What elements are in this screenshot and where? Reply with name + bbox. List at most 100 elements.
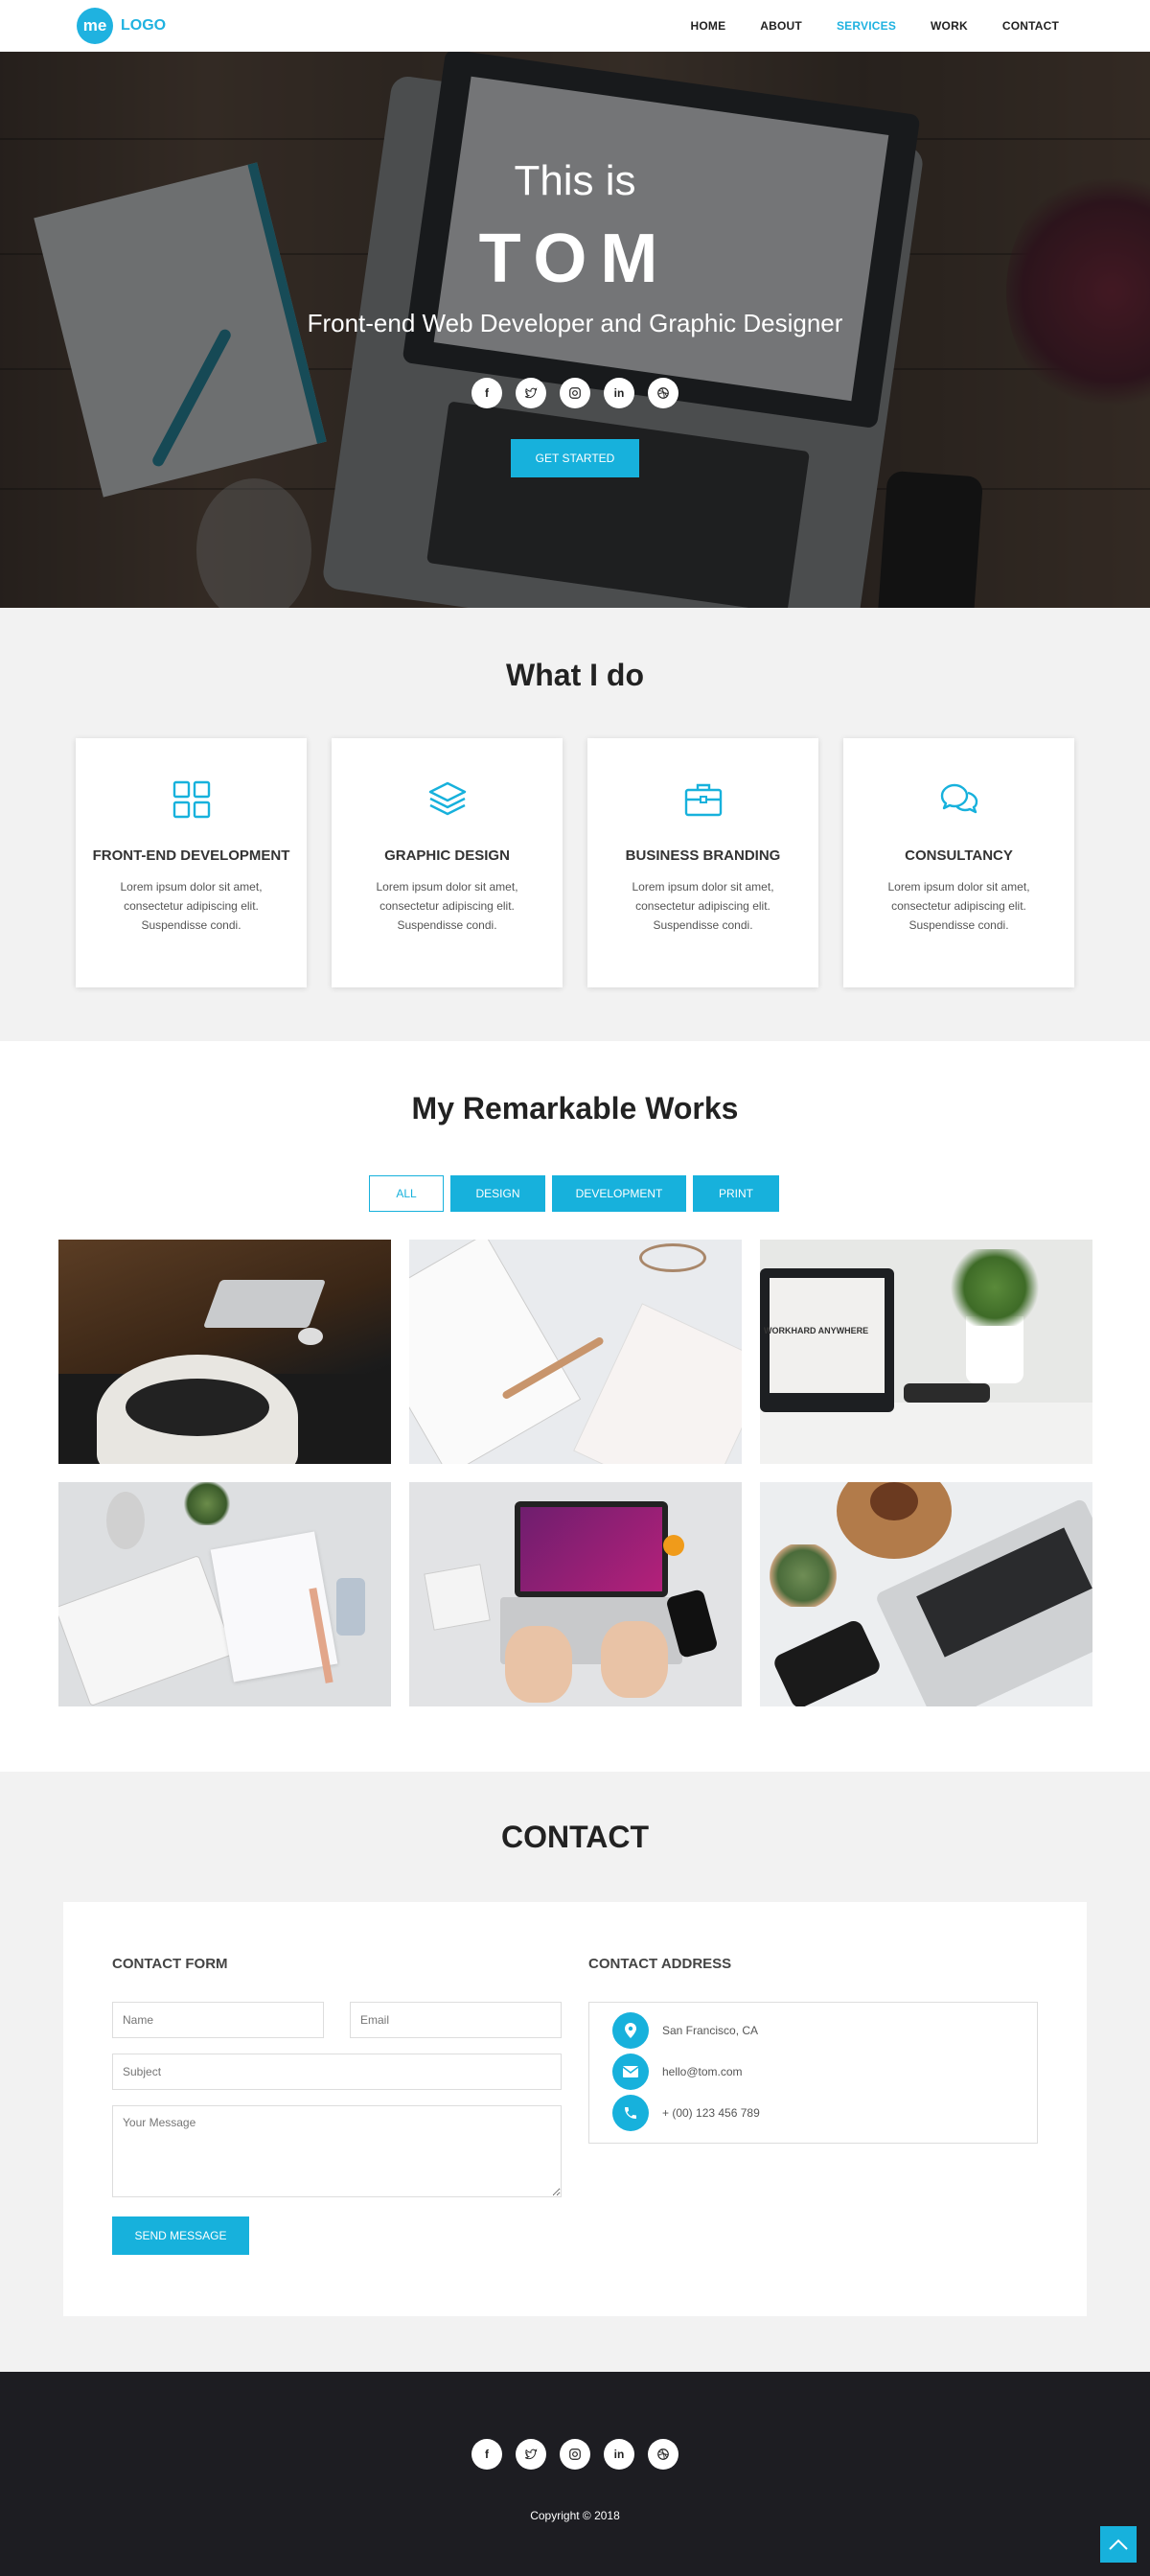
contact-form-title: CONTACT FORM bbox=[112, 1956, 228, 1972]
contact-box: CONTACT FORM SEND MESSAGE CONTACT ADDRES… bbox=[63, 1902, 1087, 2316]
service-card-text: Lorem ipsum dolor sit amet, consectetur … bbox=[120, 880, 263, 932]
scroll-to-top-button[interactable] bbox=[1100, 2526, 1137, 2563]
phone-icon bbox=[612, 2095, 649, 2131]
portfolio-item-papers-keyboard[interactable] bbox=[58, 1482, 391, 1706]
nav-work-link[interactable]: WORK bbox=[931, 19, 968, 33]
address-text: San Francisco, CA bbox=[662, 2024, 759, 2037]
hand-right-shape bbox=[601, 1621, 668, 1698]
send-message-button[interactable]: SEND MESSAGE bbox=[112, 2216, 249, 2255]
hero-social-links: f in bbox=[0, 378, 1150, 408]
succulent-shape bbox=[183, 1482, 231, 1525]
dribbble-icon[interactable] bbox=[648, 2439, 678, 2470]
portfolio-grid: WORKHARD ANYWHERE bbox=[58, 1240, 1092, 1706]
footer-social-links: f in bbox=[0, 2439, 1150, 2470]
portfolio-filters: ALL DESIGN DEVELOPMENT PRINT bbox=[369, 1175, 786, 1212]
service-card-title: CONSULTANCY bbox=[905, 847, 1013, 864]
portfolio-item-coffee-laptop[interactable] bbox=[760, 1482, 1092, 1706]
works-title: My Remarkable Works bbox=[411, 1091, 739, 1126]
nav-about-link[interactable]: ABOUT bbox=[760, 19, 802, 33]
hero-intro: This is bbox=[514, 157, 636, 204]
message-field[interactable] bbox=[112, 2105, 562, 2197]
laptop-screen-shape bbox=[515, 1501, 668, 1597]
facebook-icon[interactable]: f bbox=[472, 2439, 502, 2470]
service-card-title: GRAPHIC DESIGN bbox=[384, 847, 510, 864]
service-card-text: Lorem ipsum dolor sit amet, consectetur … bbox=[887, 880, 1030, 932]
portfolio-item-laptop-plant[interactable]: WORKHARD ANYWHERE bbox=[760, 1240, 1092, 1464]
logo-mark: me bbox=[77, 8, 113, 44]
hero-subtitle: Front-end Web Developer and Graphic Desi… bbox=[307, 309, 843, 337]
plant-shape bbox=[947, 1249, 1043, 1326]
service-card-graphic: GRAPHIC DESIGN Lorem ipsum dolor sit ame… bbox=[332, 738, 563, 987]
hero-section: This is TOM Front-end Web Developer and … bbox=[0, 52, 1150, 608]
email-row: hello@tom.com bbox=[612, 2054, 743, 2090]
filter-development-button[interactable]: DEVELOPMENT bbox=[552, 1175, 686, 1212]
portfolio-item-hands-laptop[interactable] bbox=[409, 1482, 742, 1706]
email-text[interactable]: hello@tom.com bbox=[662, 2065, 743, 2078]
portfolio-item-desk-chair[interactable] bbox=[58, 1240, 391, 1464]
linkedin-icon[interactable]: in bbox=[604, 2439, 634, 2470]
service-card-title: BUSINESS BRANDING bbox=[625, 847, 781, 864]
top-navbar: me LOGO HOME ABOUT SERVICES WORK CONTACT bbox=[0, 0, 1150, 52]
filter-all-button[interactable]: ALL bbox=[369, 1175, 444, 1212]
instagram-icon[interactable] bbox=[560, 2439, 590, 2470]
envelope-icon bbox=[612, 2054, 649, 2090]
linkedin-icon[interactable]: in bbox=[604, 378, 634, 408]
logo[interactable]: me LOGO bbox=[77, 8, 166, 44]
portfolio-item-keyboard-notebook[interactable] bbox=[409, 1240, 742, 1464]
service-card-title: FRONT-END DEVELOPMENT bbox=[92, 847, 290, 864]
layers-icon bbox=[332, 780, 563, 819]
laptop-sticker-text: WORKHARD ANYWHERE bbox=[764, 1326, 869, 1335]
service-card-text: Lorem ipsum dolor sit amet, consectetur … bbox=[376, 880, 518, 932]
hand-left-shape bbox=[505, 1626, 572, 1703]
contact-address-box: San Francisco, CA hello@tom.com + (00) 1… bbox=[588, 2002, 1038, 2144]
laptop-shape bbox=[202, 1280, 327, 1328]
glasses-shape bbox=[639, 1243, 706, 1272]
filter-print-button[interactable]: PRINT bbox=[693, 1175, 779, 1212]
facebook-icon[interactable]: f bbox=[472, 378, 502, 408]
twitter-icon[interactable] bbox=[516, 378, 546, 408]
logo-text: LOGO bbox=[121, 17, 167, 34]
services-cards: FRONT-END DEVELOPMENT Lorem ipsum dolor … bbox=[76, 738, 1074, 987]
instagram-icon[interactable] bbox=[560, 378, 590, 408]
plant-shape bbox=[770, 1544, 837, 1607]
chevron-up-icon bbox=[1109, 2539, 1128, 2550]
orange-shape bbox=[663, 1535, 684, 1556]
filter-design-button[interactable]: DESIGN bbox=[450, 1175, 545, 1212]
name-field[interactable] bbox=[112, 2002, 324, 2038]
subject-field[interactable] bbox=[112, 2054, 562, 2090]
briefcase-icon bbox=[587, 780, 818, 819]
services-title: What I do bbox=[506, 658, 644, 692]
works-section: My Remarkable Works ALL DESIGN DEVELOPME… bbox=[0, 1041, 1150, 1772]
phone-shape bbox=[336, 1578, 365, 1636]
contact-address-title: CONTACT ADDRESS bbox=[588, 1956, 732, 1972]
chat-icon bbox=[843, 780, 1074, 819]
get-started-button[interactable]: GET STARTED bbox=[511, 439, 639, 477]
services-section: What I do FRONT-END DEVELOPMENT Lorem ip… bbox=[0, 608, 1150, 1041]
keyboard-shape bbox=[58, 1554, 235, 1706]
twitter-icon[interactable] bbox=[516, 2439, 546, 2470]
dribbble-icon[interactable] bbox=[648, 378, 678, 408]
service-card-text: Lorem ipsum dolor sit amet, consectetur … bbox=[632, 880, 774, 932]
service-card-frontend: FRONT-END DEVELOPMENT Lorem ipsum dolor … bbox=[76, 738, 307, 987]
hero-name: TOM bbox=[478, 220, 672, 297]
phone-text: + (00) 123 456 789 bbox=[662, 2106, 760, 2120]
notepad-shape bbox=[424, 1564, 491, 1631]
phone-shape bbox=[771, 1617, 883, 1706]
notebook-shape bbox=[573, 1303, 742, 1464]
plant-pot-shape bbox=[966, 1316, 1024, 1383]
email-field[interactable] bbox=[350, 2002, 562, 2038]
phone-row: + (00) 123 456 789 bbox=[612, 2095, 760, 2131]
address-row: San Francisco, CA bbox=[612, 2012, 758, 2049]
nav-contact-link[interactable]: CONTACT bbox=[1002, 19, 1059, 33]
grid-icon bbox=[76, 780, 307, 819]
chair-seat-shape bbox=[126, 1379, 269, 1436]
coffee-cup-shape bbox=[870, 1482, 918, 1520]
service-card-branding: BUSINESS BRANDING Lorem ipsum dolor sit … bbox=[587, 738, 818, 987]
footer: f in Copyright © 2018 bbox=[0, 2372, 1150, 2576]
nav-services-link[interactable]: SERVICES bbox=[837, 19, 896, 33]
contact-title: CONTACT bbox=[500, 1820, 650, 1854]
main-menu: HOME ABOUT SERVICES WORK CONTACT bbox=[656, 0, 1059, 52]
nav-home-link[interactable]: HOME bbox=[690, 19, 725, 33]
vase-shape bbox=[106, 1492, 145, 1549]
copyright-text: Copyright © 2018 bbox=[530, 2509, 620, 2522]
